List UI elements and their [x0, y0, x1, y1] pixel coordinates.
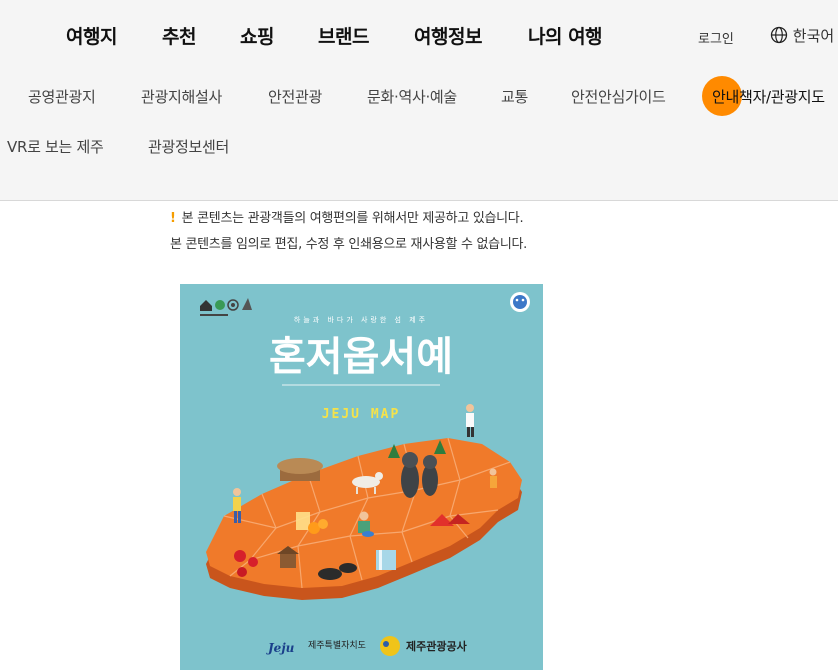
main-nav-travel-info[interactable]: 여행정보	[414, 22, 482, 49]
unesco-logos	[200, 298, 252, 316]
language-selector[interactable]: 한국어	[770, 25, 834, 46]
brochure-cover-image[interactable]: 하늘과 바다가 사랑한 섬 제주 혼저옵서예 JEJU MAP Jeju 제주특…	[180, 284, 543, 670]
login-link[interactable]: 로그인	[698, 28, 734, 47]
main-nav-my-trip[interactable]: 나의 여행	[528, 22, 603, 49]
notice-line-2: 본 콘텐츠를 임의로 편집, 수정 후 인쇄용으로 재사용할 수 없습니다.	[170, 237, 527, 252]
cover-title: 혼저옵서예	[269, 334, 453, 380]
main-nav-brand[interactable]: 브랜드	[318, 22, 369, 49]
globe-icon	[770, 26, 788, 44]
main-nav-destinations[interactable]: 여행지	[66, 22, 117, 49]
tourist-right	[489, 468, 497, 488]
warning-icon: !	[170, 211, 176, 226]
sub-nav-vr-jeju[interactable]: VR로 보는 제주	[7, 136, 104, 157]
sub-nav-safety-guide[interactable]: 안전안심가이드	[571, 86, 666, 107]
waterfall	[376, 550, 396, 570]
cover-tagline: 하늘과 바다가 사랑한 섬 제주	[294, 315, 428, 324]
main-nav-shopping[interactable]: 쇼핑	[240, 22, 274, 49]
publisher2-name: 제주관광공사	[406, 639, 468, 653]
mascot-badge	[510, 292, 530, 312]
cover-subtitle: JEJU MAP	[322, 407, 401, 422]
hiker-top-right	[466, 404, 474, 437]
sub-nav-transport[interactable]: 교통	[501, 86, 528, 107]
sub-nav-safe-tourism[interactable]: 안전관광	[268, 86, 322, 107]
sub-nav-tour-guides[interactable]: 관광지해설사	[141, 86, 222, 107]
hiker-left	[233, 488, 241, 523]
notice-line-1: ! 본 콘텐츠는 관광객들의 여행편의를 위해서만 제공하고 있습니다.	[170, 211, 524, 226]
language-label: 한국어	[792, 27, 835, 45]
main-nav-recommend[interactable]: 추천	[162, 22, 196, 49]
jeju-map-illustration: 하늘과 바다가 사랑한 섬 제주 혼저옵서예 JEJU MAP Jeju 제주특…	[180, 292, 543, 670]
sub-nav-culture[interactable]: 문화·역사·예술	[367, 86, 457, 107]
site-header: 여행지 추천 쇼핑 브랜드 여행정보 나의 여행 로그인 한국어 공영관광지 관…	[0, 0, 838, 201]
publisher1-logo: Jeju	[266, 641, 295, 655]
sub-nav-public-attractions[interactable]: 공영관광지	[28, 86, 96, 107]
thatched-house	[277, 458, 323, 481]
sub-nav-brochures-maps[interactable]: 안내책자/관광지도	[712, 86, 825, 107]
sub-nav-info-center[interactable]: 관광정보센터	[148, 136, 229, 157]
publisher1-name: 제주특별자치도	[308, 639, 366, 651]
